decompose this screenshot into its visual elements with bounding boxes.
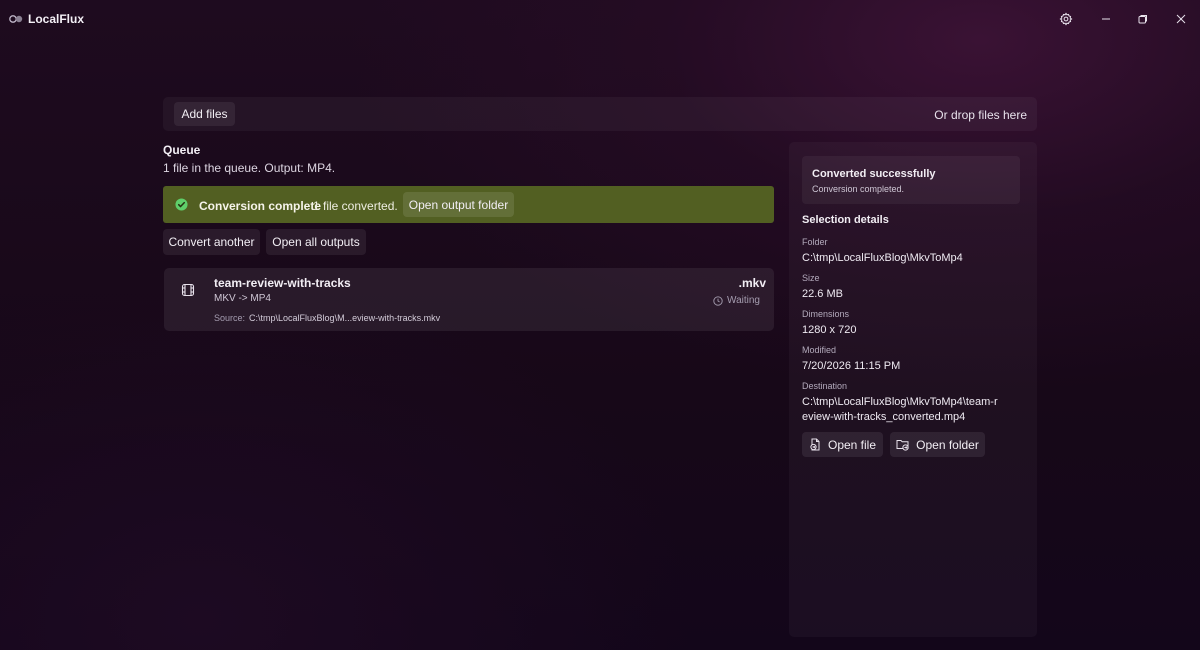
modified-label: Modified [802, 345, 837, 355]
drop-hint: Or drop files here [934, 108, 1027, 122]
queue-item[interactable]: team-review-with-tracks .mkv MKV -> MP4 … [164, 268, 774, 331]
open-all-outputs-button[interactable]: Open all outputs [266, 229, 366, 255]
size-value: 22.6 MB [802, 288, 843, 300]
open-folder-label: Open folder [916, 437, 979, 452]
item-source-path: C:\tmp\LocalFluxBlog\M...eview-with-trac… [249, 313, 441, 323]
file-drop-bar[interactable]: Add files Or drop files here [163, 97, 1037, 131]
open-folder-icon [896, 440, 909, 451]
folder-value: C:\tmp\LocalFluxBlog\MkvToMp4 [802, 252, 963, 264]
banner-message: 1 file converted. [313, 199, 398, 213]
open-file-button[interactable]: Open file [802, 432, 883, 457]
item-filename: team-review-with-tracks [214, 276, 351, 290]
film-icon [181, 283, 195, 297]
size-label: Size [802, 273, 820, 283]
clock-icon [713, 295, 723, 306]
close-button[interactable] [1167, 8, 1195, 30]
open-file-label: Open file [827, 437, 877, 452]
app-logo-icon [9, 15, 23, 23]
add-files-button[interactable]: Add files [174, 102, 235, 126]
app-title: LocalFlux [28, 12, 85, 26]
selection-details-panel: Converted successfully Conversion comple… [789, 142, 1037, 637]
item-extension: .mkv [738, 276, 766, 290]
convert-another-button[interactable]: Convert another [163, 229, 260, 255]
dimensions-value: 1280 x 720 [802, 324, 857, 336]
item-status: Waiting [713, 295, 760, 306]
conversion-complete-banner: Conversion complete 1 file converted. Op… [163, 186, 774, 223]
details-title: Selection details [802, 214, 889, 226]
queue-summary: 1 file in the queue. Output: MP4. [163, 161, 336, 175]
item-source: Source: C:\tmp\LocalFluxBlog\M...eview-wi… [214, 313, 440, 323]
open-folder-button[interactable]: Open folder [890, 432, 985, 457]
restore-icon [1138, 15, 1147, 24]
open-file-icon [810, 438, 820, 451]
status-card: Converted successfully Conversion comple… [802, 156, 1020, 204]
close-icon [1176, 14, 1186, 24]
settings-button[interactable] [1052, 8, 1080, 30]
modified-value: 7/20/2026 11:15 PM [802, 360, 901, 372]
restore-button[interactable] [1129, 8, 1157, 30]
queue-title: Queue [163, 143, 201, 157]
minimize-button[interactable] [1092, 8, 1120, 30]
destination-label: Destination [802, 381, 848, 391]
destination-value: C:\tmp\LocalFluxBlog\MkvToMp4\team-revie… [802, 396, 998, 423]
banner-title: Conversion complete [199, 199, 322, 213]
title-bar: LocalFlux [0, 0, 1200, 38]
item-conversion: MKV -> MP4 [214, 293, 271, 304]
open-output-folder-button[interactable]: Open output folder [403, 192, 514, 217]
status-subtitle: Conversion completed. [812, 184, 905, 194]
minimize-icon [1102, 18, 1110, 20]
item-source-label: Source: [214, 313, 246, 323]
gear-icon [1059, 12, 1073, 26]
dimensions-label: Dimensions [802, 309, 850, 319]
status-title: Converted successfully [812, 168, 936, 180]
item-status-text: Waiting [727, 295, 760, 306]
check-circle-icon [175, 198, 188, 211]
folder-label: Folder [802, 237, 828, 247]
